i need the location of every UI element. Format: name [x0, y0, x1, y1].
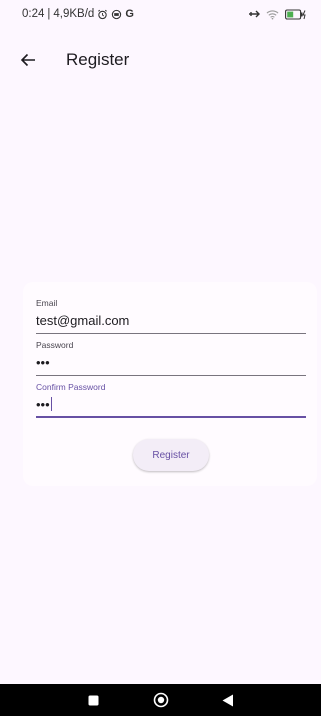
password-underline	[36, 375, 306, 376]
confirm-password-value: •••	[36, 396, 50, 412]
register-form-card: Email test@gmail.com Password ••• Confir…	[23, 282, 317, 486]
google-letter: G	[125, 8, 134, 20]
password-value: •••	[36, 354, 50, 370]
password-field[interactable]: Password •••	[36, 340, 306, 376]
status-bar: 0:24 | 4,9KB/d G	[0, 0, 321, 28]
arrow-left-icon	[20, 53, 35, 67]
confirm-password-field[interactable]: Confirm Password •••	[36, 382, 306, 418]
home-circle-icon	[153, 692, 168, 708]
text-caret	[50, 397, 53, 411]
confirm-password-underline	[36, 416, 306, 418]
alarm-icon	[97, 9, 108, 20]
email-underline	[36, 333, 306, 334]
status-network-speed: 4,9KB/d	[53, 8, 95, 20]
wifi-icon	[266, 9, 279, 20]
confirm-password-input: •••	[36, 396, 306, 412]
back-button[interactable]	[20, 45, 50, 75]
email-value: test@gmail.com	[36, 312, 130, 328]
status-time: 0:24	[22, 8, 45, 20]
nav-back-button[interactable]	[213, 685, 243, 715]
airplane-icon	[248, 8, 260, 20]
home-button[interactable]	[146, 685, 176, 715]
status-separator: |	[47, 8, 51, 20]
confirm-password-label: Confirm Password	[36, 382, 106, 392]
system-nav-bar	[0, 684, 321, 716]
register-button[interactable]: Register	[133, 439, 209, 471]
password-label: Password	[36, 340, 74, 350]
page-title: Register	[66, 50, 130, 69]
recents-square-icon	[88, 695, 99, 705]
email-label: Email	[36, 298, 58, 308]
status-right	[248, 8, 307, 20]
google-icon: G	[125, 8, 134, 20]
back-triangle-icon	[222, 694, 233, 706]
cast-icon	[111, 9, 122, 20]
email-field[interactable]: Email test@gmail.com	[36, 298, 306, 334]
app-bar: Register	[0, 40, 321, 80]
recents-button[interactable]	[79, 685, 109, 715]
status-left: 0:24 | 4,9KB/d G	[22, 8, 134, 20]
battery-icon	[285, 8, 307, 20]
